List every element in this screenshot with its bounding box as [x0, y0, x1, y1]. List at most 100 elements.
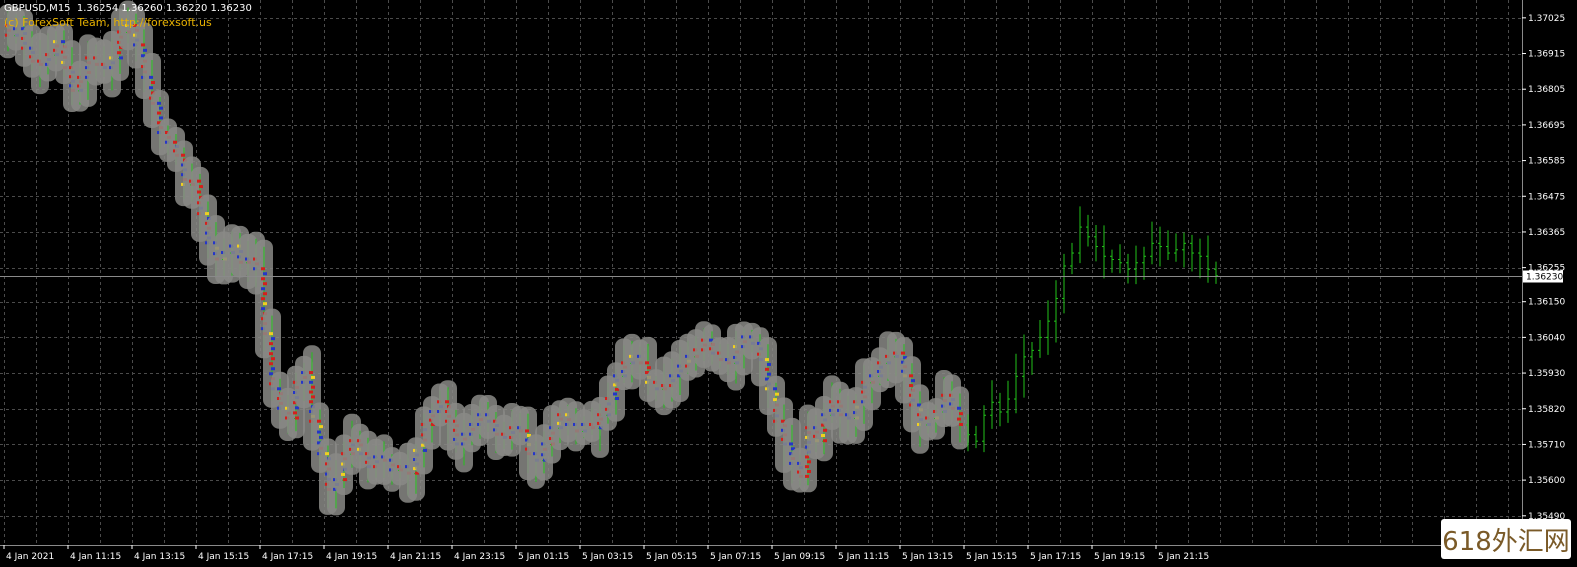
signal-marker [199, 185, 203, 189]
signal-marker [807, 470, 811, 474]
candle [1062, 253, 1066, 314]
candle [1102, 225, 1106, 279]
signal-marker [263, 302, 267, 306]
time-label: 5 Jan 21:15 [1158, 552, 1209, 562]
signal-marker [805, 455, 809, 459]
candle [1054, 280, 1058, 343]
signal-marker [309, 400, 313, 404]
signal-marker [821, 434, 825, 437]
signal-marker [205, 212, 209, 216]
signal-marker [269, 372, 273, 376]
signal-marker [117, 51, 121, 55]
time-label: 4 Jan 23:15 [454, 552, 505, 562]
candle [1166, 230, 1170, 260]
price-label: 1.36150 [1528, 298, 1565, 308]
price-label: 1.36365 [1528, 228, 1565, 238]
price-label: 1.36915 [1528, 50, 1565, 60]
signal-marker [61, 40, 65, 44]
signal-marker [143, 48, 147, 52]
candle [1142, 246, 1146, 280]
candle [1190, 234, 1194, 272]
signal-marker [311, 385, 315, 389]
candle [1182, 232, 1186, 268]
candle [1094, 224, 1098, 262]
price-label: 1.35600 [1528, 476, 1565, 486]
signal-marker [277, 387, 281, 391]
time-label: 4 Jan 11:15 [70, 552, 121, 562]
candle [1014, 353, 1018, 414]
signal-marker [261, 307, 265, 311]
time-label: 5 Jan 09:15 [774, 552, 825, 562]
signal-marker [309, 380, 313, 384]
current-price-label: 1.36230 [1526, 273, 1563, 283]
candle [1070, 242, 1074, 275]
candle [1078, 206, 1082, 264]
signal-marker [765, 358, 769, 362]
signal-marker [317, 419, 321, 423]
signal-marker [909, 384, 913, 388]
time-label: 5 Jan 05:15 [646, 552, 697, 562]
chart-area[interactable]: 1.37025 1.36915 1.36805 1.36695 1.36585 1.364… [0, 0, 1577, 563]
signal-marker [271, 337, 275, 341]
signal-marker [311, 375, 315, 379]
signal-marker [263, 292, 267, 296]
signal-marker [805, 465, 809, 469]
signal-marker [149, 86, 153, 90]
signal-marker [445, 400, 449, 404]
signal-marker [119, 56, 123, 60]
signal-marker [271, 357, 275, 361]
time-label: 5 Jan 11:15 [838, 552, 889, 562]
credit-text: (c) ForexSoft Team, http://forexsoft.us [4, 16, 212, 29]
signal-marker [317, 430, 321, 434]
price-label: 1.36585 [1528, 157, 1565, 167]
signal-marker [319, 435, 323, 439]
candle [982, 405, 986, 453]
signal-marker [149, 75, 153, 79]
time-label: 4 Jan 2021 [6, 552, 54, 562]
price-series [0, 0, 1218, 516]
signal-marker [141, 43, 145, 47]
time-axis-labels: 4 Jan 2021 4 Jan 11:15 4 Jan 13:15 4 Jan 15… [3, 545, 1209, 562]
signal-marker [261, 277, 265, 281]
signal-marker [269, 332, 273, 336]
price-label: 1.35930 [1528, 369, 1565, 379]
signal-marker [957, 406, 961, 410]
time-label: 4 Jan 17:15 [262, 552, 313, 562]
signal-marker [261, 287, 265, 291]
price-label: 1.35820 [1528, 405, 1565, 415]
candle [1110, 249, 1114, 273]
time-label: 5 Jan 15:15 [966, 552, 1017, 562]
signal-marker [959, 412, 963, 416]
candle [1006, 380, 1010, 423]
candle [1206, 235, 1210, 283]
candle [1086, 214, 1090, 247]
signal-marker [807, 460, 811, 464]
signal-marker [909, 374, 913, 378]
time-label: 5 Jan 17:15 [1030, 552, 1081, 562]
time-label: 5 Jan 13:15 [902, 552, 953, 562]
price-chart[interactable]: 1.37025 1.36915 1.36805 1.36695 1.36585 1.364… [0, 0, 1577, 563]
signal-marker [325, 452, 329, 456]
watermark-logo: 618外汇网 [1441, 519, 1571, 559]
symbol-info: GBPUSD,M15 1.36254 1.36260 1.36220 1.362… [4, 3, 252, 14]
signal-marker [295, 416, 299, 420]
signal-marker [773, 398, 777, 402]
signal-marker [767, 372, 771, 376]
signal-marker [293, 411, 297, 415]
candle [1046, 300, 1050, 355]
price-label: 1.36805 [1528, 85, 1565, 95]
time-label: 4 Jan 19:15 [326, 552, 377, 562]
signal-marker [525, 429, 529, 433]
candle [1198, 238, 1202, 279]
candle [1134, 245, 1138, 285]
signal-marker [271, 347, 275, 351]
signal-marker [615, 397, 619, 401]
signal-marker [823, 439, 827, 443]
signal-marker [789, 442, 793, 446]
price-label: 1.37025 [1528, 14, 1565, 24]
signal-marker [269, 352, 273, 356]
signal-marker [823, 428, 827, 432]
time-label: 5 Jan 19:15 [1094, 552, 1145, 562]
price-label: 1.35710 [1528, 440, 1565, 450]
signal-marker [151, 81, 155, 85]
